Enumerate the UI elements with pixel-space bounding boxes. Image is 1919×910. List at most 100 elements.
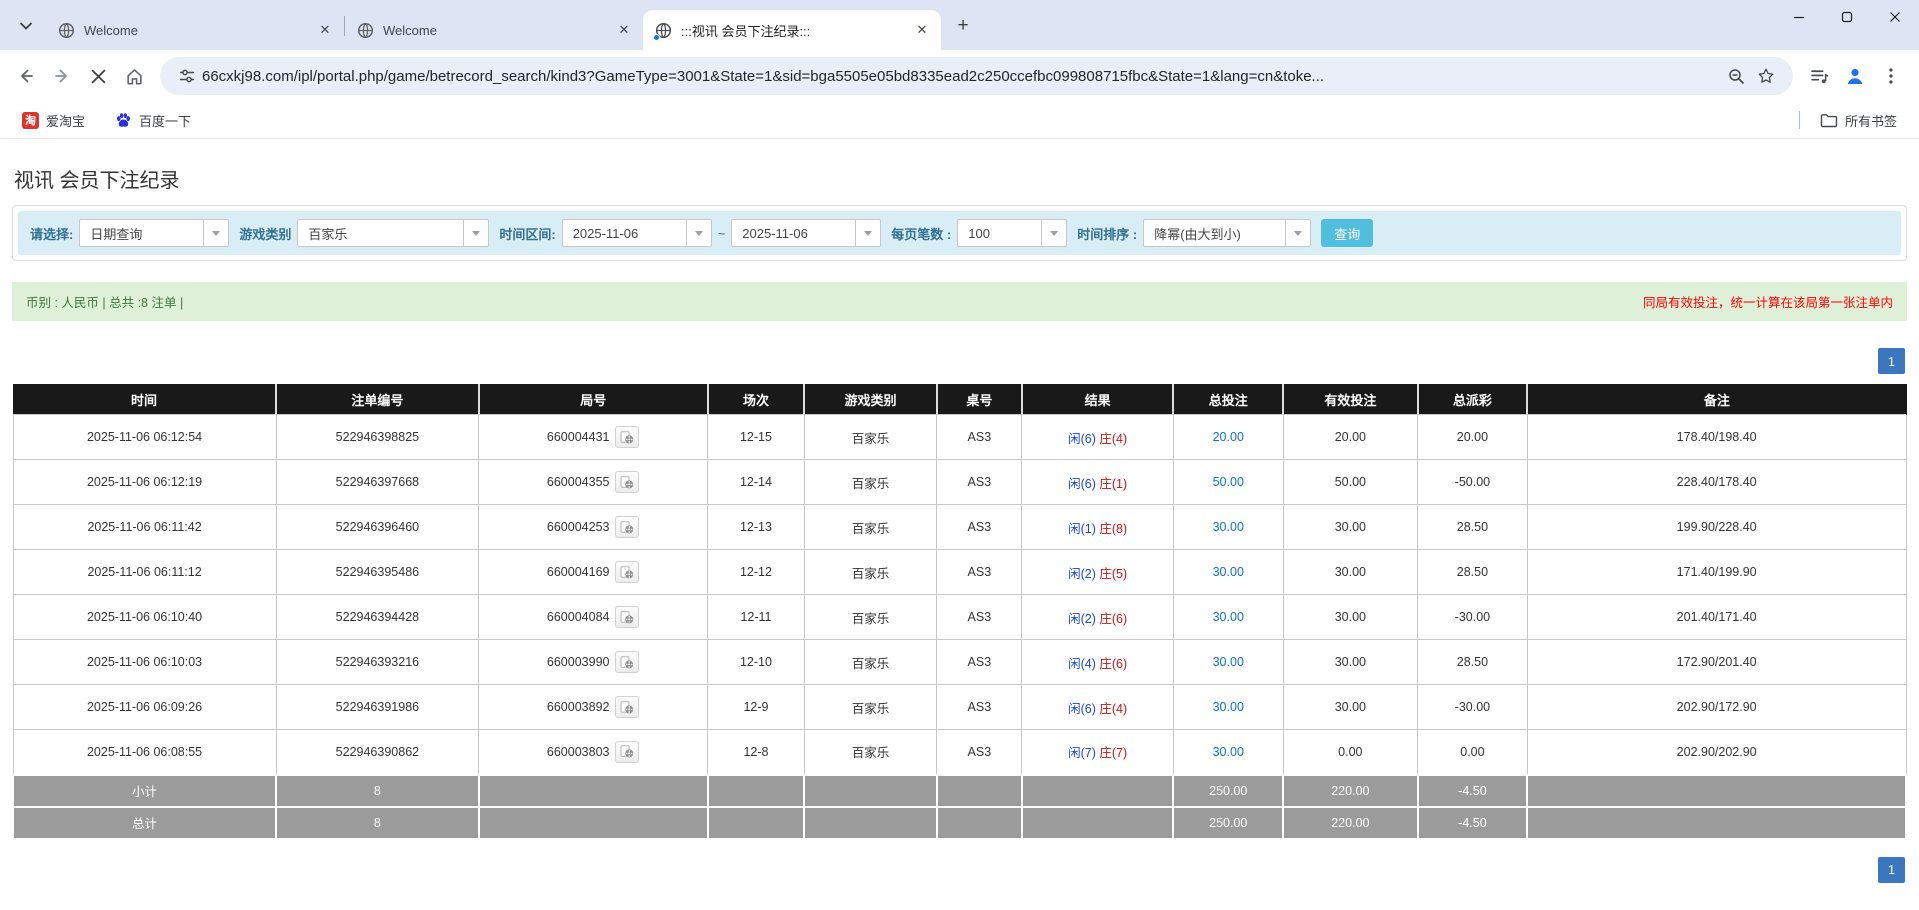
tab-close-icon[interactable]: ✕	[316, 21, 334, 39]
sort-select[interactable]: 降幂(由大到小)	[1143, 219, 1311, 247]
tab-close-icon[interactable]: ✕	[615, 21, 633, 39]
total-bet-link[interactable]: 20.00	[1213, 430, 1244, 444]
sum-total-bet: 250.00	[1173, 807, 1283, 839]
cell-remark: 171.40/199.90	[1527, 550, 1906, 595]
page-1-button[interactable]: 1	[1878, 857, 1905, 883]
cell-payout: 28.50	[1418, 505, 1528, 550]
cell-total-bet[interactable]: 20.00	[1173, 415, 1283, 460]
all-bookmarks-button[interactable]: 所有书签	[1812, 107, 1905, 134]
total-bet-link[interactable]: 30.00	[1213, 655, 1244, 669]
query-type-select[interactable]: 日期查询	[79, 219, 229, 247]
close-window-button[interactable]	[1871, 0, 1919, 34]
media-controls-icon[interactable]	[1801, 58, 1837, 94]
total-bet-link[interactable]: 30.00	[1213, 700, 1244, 714]
menu-kebab-icon[interactable]	[1873, 58, 1909, 94]
total-bet-link[interactable]: 30.00	[1213, 520, 1244, 534]
round-number: 660004084	[547, 610, 610, 624]
cell-payout: 28.50	[1418, 640, 1528, 685]
result-player: 闲(2)	[1068, 612, 1096, 626]
cell-table-no: AS3	[937, 460, 1022, 505]
game-type-select[interactable]: 百家乐	[297, 219, 489, 247]
total-bet-link[interactable]: 30.00	[1213, 610, 1244, 624]
tab-search-chevron-icon[interactable]	[12, 12, 40, 40]
search-button[interactable]: 查询	[1321, 219, 1373, 247]
chevron-down-icon	[1041, 220, 1066, 246]
globe-icon	[357, 22, 374, 39]
date-to-select[interactable]: 2025-11-06	[731, 219, 881, 247]
back-icon[interactable]	[8, 58, 44, 94]
column-header: 备注	[1527, 385, 1906, 415]
table-row: 2025-11-06 06:12:54522946398825660004431…	[13, 415, 1906, 460]
page-title: 视讯 会员下注纪录	[14, 164, 1907, 193]
cell-round-id: 660003803	[479, 730, 708, 775]
video-replay-icon[interactable]	[615, 741, 639, 763]
bookmark-baidu[interactable]: 百度一下	[107, 107, 199, 134]
cell-total-bet[interactable]: 30.00	[1173, 505, 1283, 550]
browser-toolbar: 66cxkj98.com/ipl/portal.php/game/betreco…	[0, 50, 1919, 102]
zoom-out-icon[interactable]	[1721, 61, 1751, 91]
video-replay-icon[interactable]	[615, 696, 639, 718]
select-type-label: 请选择:	[30, 224, 73, 243]
cell-total-bet[interactable]: 30.00	[1173, 640, 1283, 685]
cell-round-id: 660003990	[479, 640, 708, 685]
page-content: 视讯 会员下注纪录 请选择: 日期查询 游戏类别 百家乐 时间区间: 2025-…	[0, 164, 1919, 883]
profile-avatar-icon[interactable]	[1837, 58, 1873, 94]
cell-bet-id: 522946394428	[276, 595, 479, 640]
cell-valid-bet: 0.00	[1283, 730, 1417, 775]
cell-payout: -50.00	[1418, 460, 1528, 505]
tab-close-icon[interactable]: ✕	[913, 21, 931, 39]
cell-bet-id: 522946395486	[276, 550, 479, 595]
cell-valid-bet: 30.00	[1283, 505, 1417, 550]
home-icon[interactable]	[116, 58, 152, 94]
date-from-select[interactable]: 2025-11-06	[562, 219, 712, 247]
cell-total-bet[interactable]: 50.00	[1173, 460, 1283, 505]
cell-remark: 228.40/178.40	[1527, 460, 1906, 505]
cell-total-bet[interactable]: 30.00	[1173, 730, 1283, 775]
forward-icon[interactable]	[44, 58, 80, 94]
bookmark-taobao[interactable]: 淘 爱淘宝	[14, 107, 93, 134]
total-bet-link[interactable]: 50.00	[1213, 475, 1244, 489]
sum-empty	[937, 807, 1022, 839]
video-replay-icon[interactable]	[615, 561, 639, 583]
chevron-down-icon	[1285, 220, 1310, 246]
cell-result: 闲(6) 庄(4)	[1022, 415, 1173, 460]
cell-valid-bet: 30.00	[1283, 640, 1417, 685]
video-replay-icon[interactable]	[615, 606, 639, 628]
tab-welcome-1[interactable]: Welcome ✕	[46, 10, 344, 50]
tab-welcome-2[interactable]: Welcome ✕	[345, 10, 643, 50]
total-bet-link[interactable]: 30.00	[1213, 745, 1244, 759]
total-bet-link[interactable]: 30.00	[1213, 565, 1244, 579]
video-replay-icon[interactable]	[615, 516, 639, 538]
stop-loading-icon[interactable]	[80, 58, 116, 94]
cell-game-type: 百家乐	[804, 415, 937, 460]
address-bar[interactable]: 66cxkj98.com/ipl/portal.php/game/betreco…	[160, 57, 1793, 95]
maximize-button[interactable]	[1823, 0, 1871, 34]
cell-total-bet[interactable]: 30.00	[1173, 685, 1283, 730]
result-banker: 庄(6)	[1099, 657, 1127, 671]
page-1-button[interactable]: 1	[1878, 348, 1905, 374]
sum-label: 总计	[13, 807, 276, 839]
url-text[interactable]: 66cxkj98.com/ipl/portal.php/game/betreco…	[202, 68, 1721, 85]
video-replay-icon[interactable]	[615, 471, 639, 493]
sum-empty	[1022, 807, 1173, 839]
bookmark-star-icon[interactable]	[1751, 61, 1781, 91]
page-size-select[interactable]: 100	[957, 219, 1067, 247]
cell-total-bet[interactable]: 30.00	[1173, 595, 1283, 640]
video-replay-icon[interactable]	[615, 651, 639, 673]
minimize-button[interactable]	[1775, 0, 1823, 34]
filter-panel: 请选择: 日期查询 游戏类别 百家乐 时间区间: 2025-11-06 ~ 20…	[12, 205, 1907, 261]
bookmark-label: 爱淘宝	[46, 111, 85, 130]
cell-time: 2025-11-06 06:08:55	[13, 730, 276, 775]
new-tab-button[interactable]: +	[949, 12, 977, 40]
bet-table: 时间注单编号局号场次游戏类别桌号结果总投注有效投注总派彩备注2025-11-06…	[12, 384, 1907, 840]
notice-text: 同局有效投注，统一计算在该局第一张注单内	[1643, 292, 1893, 311]
result-player: 闲(6)	[1068, 702, 1096, 716]
video-replay-icon[interactable]	[615, 426, 639, 448]
result-player: 闲(6)	[1068, 477, 1096, 491]
tab-bet-record-active[interactable]: :::视讯 会员下注纪录::: ✕	[643, 10, 941, 50]
cell-session: 12-14	[708, 460, 805, 505]
site-settings-icon[interactable]	[172, 61, 202, 91]
cell-result: 闲(1) 庄(8)	[1022, 505, 1173, 550]
cell-total-bet[interactable]: 30.00	[1173, 550, 1283, 595]
sum-count: 8	[276, 775, 479, 807]
